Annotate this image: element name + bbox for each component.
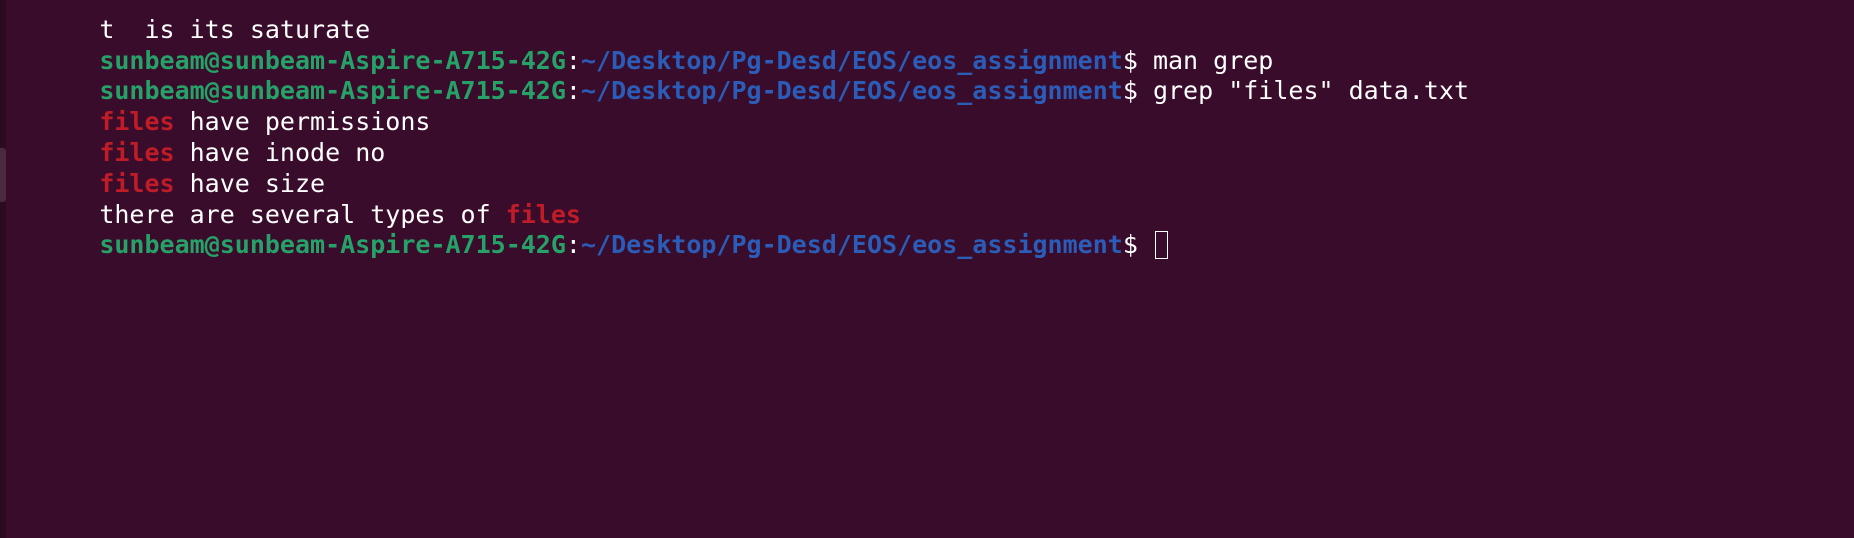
match-highlight: files: [99, 168, 175, 198]
output-text: have size: [174, 168, 326, 198]
partial-line: t is its saturate: [9, 0, 1469, 44]
prompt-path: ~/Desktop/Pg-Desd/EOS/eos_assignment: [580, 76, 1123, 106]
prompt-user-host: sunbeam@sunbeam-Aspire-A715-42G: [99, 76, 566, 106]
command-text: man grep: [1152, 45, 1274, 75]
text-cursor[interactable]: [1154, 231, 1168, 260]
prompt-symbol: $: [1122, 76, 1153, 106]
terminal-output: t is its saturate sunbeam@sunbeam-Aspire…: [9, 0, 1470, 260]
prompt-colon: :: [565, 45, 581, 75]
prompt-path: ~/Desktop/Pg-Desd/EOS/eos_assignment: [580, 230, 1123, 260]
match-highlight: files: [99, 137, 175, 167]
prompt-colon: :: [565, 230, 581, 260]
output-text: have permissions: [174, 107, 431, 137]
prompt-symbol: $: [1122, 45, 1153, 75]
match-highlight: files: [505, 199, 581, 229]
prompt-colon: :: [565, 76, 581, 106]
command-text: grep "files" data.txt: [1152, 76, 1470, 106]
scroll-handle[interactable]: [0, 148, 6, 202]
prompt-symbol: $: [1122, 230, 1153, 260]
prompt-user-host: sunbeam@sunbeam-Aspire-A715-42G: [99, 45, 566, 75]
terminal-left-edge: [0, 0, 6, 538]
output-text: have inode no: [174, 137, 386, 167]
prompt-user-host: sunbeam@sunbeam-Aspire-A715-42G: [99, 230, 566, 260]
match-highlight: files: [99, 107, 175, 137]
partial-line-text: t is its saturate: [99, 14, 371, 44]
prompt-path: ~/Desktop/Pg-Desd/EOS/eos_assignment: [580, 45, 1123, 75]
output-text: there are several types of: [99, 199, 506, 229]
terminal-window[interactable]: t is its saturate sunbeam@sunbeam-Aspire…: [0, 0, 1854, 538]
